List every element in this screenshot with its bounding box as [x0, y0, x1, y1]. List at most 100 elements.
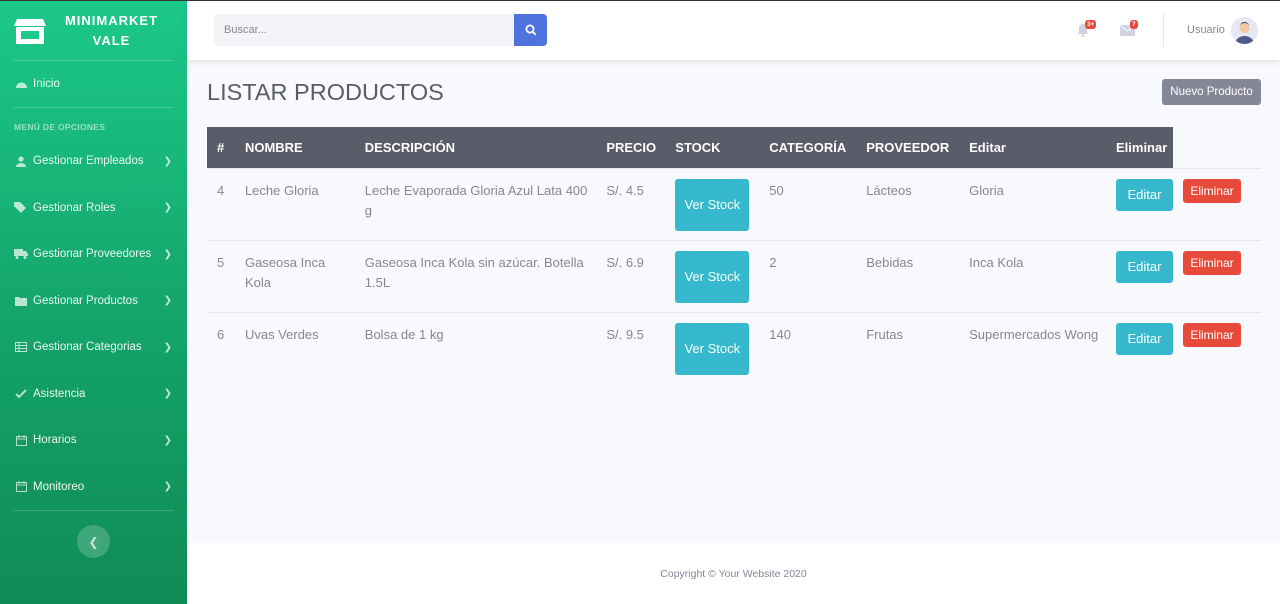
- sidebar-item-label: Inicio: [33, 78, 60, 90]
- cell-stock: Ver Stock: [665, 311, 760, 384]
- view-stock-button[interactable]: Ver Stock: [675, 322, 750, 375]
- column-header: PRECIO: [596, 127, 666, 168]
- sidebar-item-label: Horarios: [33, 434, 77, 447]
- user-name[interactable]: Usuario: [1187, 24, 1225, 36]
- search-icon: [525, 24, 536, 36]
- sidebar: MINIMARKET VALE Inicio MENÚ DE OPCIONES …: [0, 0, 187, 604]
- delete-button[interactable]: Eliminar: [1182, 322, 1241, 347]
- messages-button[interactable]: 7: [1120, 20, 1140, 39]
- cell-stock: Ver Stock: [665, 239, 760, 312]
- cell-id: 4: [207, 167, 235, 240]
- cell-edit-action: Editar: [1105, 239, 1173, 312]
- brand-line-2: VALE: [92, 32, 131, 48]
- cell-editar: Inca Kola: [959, 239, 1106, 312]
- column-header: NOMBRE: [234, 127, 355, 168]
- search-input[interactable]: [214, 14, 514, 46]
- search-form: [214, 14, 547, 46]
- dashboard-icon: [13, 78, 29, 90]
- delete-button[interactable]: Eliminar: [1182, 250, 1241, 275]
- sidebar-item-inicio[interactable]: Inicio: [0, 61, 187, 107]
- sidebar-item-empleados[interactable]: Gestionar Empleados ❯: [0, 138, 187, 185]
- sidebar-item-monitoreo[interactable]: Monitoreo ❯: [0, 464, 187, 511]
- cell-proveedor: Bebidas: [856, 239, 960, 312]
- chevron-right-icon: ❯: [163, 434, 172, 446]
- cell-nombre: Uvas Verdes: [234, 311, 355, 384]
- cell-id: 5: [207, 239, 235, 312]
- chevron-right-icon: ❯: [163, 388, 172, 400]
- table-header-row: # NOMBRE DESCRIPCIÓN PRECIO STOCK CATEGO…: [207, 127, 1261, 168]
- chevron-right-icon: ❯: [163, 202, 172, 214]
- cell-delete-action: Eliminar: [1172, 311, 1261, 384]
- cell-nombre: Leche Gloria: [234, 167, 355, 240]
- edit-button[interactable]: Editar: [1115, 322, 1173, 355]
- truck-icon: [13, 248, 29, 260]
- cell-edit-action: Editar: [1105, 167, 1173, 240]
- column-header: Editar: [959, 127, 1106, 168]
- sidebar-item-asistencia[interactable]: Asistencia ❯: [0, 371, 187, 418]
- cell-id: 6: [207, 311, 235, 384]
- column-header-empty: [1173, 127, 1261, 168]
- sidebar-item-roles[interactable]: Gestionar Roles ❯: [0, 185, 187, 232]
- tags-icon: [13, 202, 29, 214]
- products-table: # NOMBRE DESCRIPCIÓN PRECIO STOCK CATEGO…: [207, 127, 1261, 384]
- table-row: 4 Leche Gloria Leche Evaporada Gloria Az…: [207, 167, 1261, 240]
- topbar: 3+ 7 Usuario: [187, 0, 1280, 60]
- sidebar-item-categorias[interactable]: Gestionar Categorias ❯: [0, 324, 187, 371]
- sidebar-item-productos[interactable]: Gestionar Productos ❯: [0, 278, 187, 325]
- cell-proveedor: Frutas: [856, 311, 960, 384]
- sidebar-item-label: Gestionar Categorias: [33, 341, 142, 354]
- sidebar-item-proveedores[interactable]: Gestionar Proveedores ❯: [0, 231, 187, 278]
- column-header: STOCK: [665, 127, 760, 168]
- chevron-right-icon: ❯: [163, 295, 172, 307]
- cell-precio: S/. 9.5: [596, 311, 666, 384]
- sidebar-item-label: Asistencia: [33, 387, 86, 400]
- search-button[interactable]: [514, 14, 547, 46]
- sidebar-item-label: Gestionar Roles: [33, 201, 116, 214]
- chevron-right-icon: ❯: [163, 248, 172, 260]
- sidebar-item-label: Gestionar Empleados: [33, 155, 144, 168]
- cell-editar: Supermercados Wong: [959, 311, 1106, 384]
- alerts-badge: 3+: [1085, 20, 1097, 29]
- edit-button[interactable]: Editar: [1115, 250, 1173, 283]
- table-row: 6 Uvas Verdes Bolsa de 1 kg S/. 9.5 Ver …: [207, 311, 1261, 384]
- cell-precio: S/. 4.5: [596, 167, 666, 240]
- sidebar-toggle-button[interactable]: ❮: [77, 525, 110, 558]
- store-icon: [12, 15, 48, 47]
- brand[interactable]: MINIMARKET VALE: [0, 0, 187, 60]
- edit-button[interactable]: Editar: [1115, 178, 1173, 211]
- check-icon: [13, 388, 29, 400]
- table-row: 5 Gaseosa Inca Kola Gaseosa Inca Kola si…: [207, 239, 1261, 312]
- table-icon: [13, 341, 29, 353]
- new-product-button[interactable]: Nuevo Producto: [1162, 79, 1261, 105]
- column-header: CATEGORÍA: [759, 127, 857, 168]
- column-header: PROVEEDOR: [856, 127, 960, 168]
- cell-categoria: 2: [759, 239, 857, 312]
- view-stock-button[interactable]: Ver Stock: [675, 250, 750, 303]
- cell-delete-action: Eliminar: [1172, 167, 1261, 240]
- sidebar-item-horarios[interactable]: Horarios ❯: [0, 417, 187, 464]
- view-stock-button[interactable]: Ver Stock: [675, 178, 750, 231]
- chevron-left-icon: ❮: [88, 534, 99, 549]
- sidebar-item-label: Gestionar Productos: [33, 294, 138, 307]
- cell-stock: Ver Stock: [665, 167, 760, 240]
- brand-line-1: MINIMARKET: [64, 12, 159, 28]
- delete-button[interactable]: Eliminar: [1182, 178, 1241, 203]
- avatar[interactable]: [1231, 17, 1258, 44]
- copyright-text: Copyright © Your Website 2020: [660, 567, 807, 580]
- messages-badge: 7: [1130, 20, 1138, 29]
- page-title: LISTAR PRODUCTOS: [207, 79, 444, 105]
- user-icon: [13, 155, 29, 167]
- calendar-icon: [13, 434, 29, 446]
- folder-icon: [13, 295, 29, 307]
- alerts-button[interactable]: 3+: [1077, 20, 1097, 39]
- column-header: Eliminar: [1105, 127, 1173, 168]
- cell-descripcion: Bolsa de 1 kg: [354, 311, 597, 384]
- sidebar-item-label: Gestionar Proveedores: [33, 248, 152, 261]
- cell-delete-action: Eliminar: [1172, 239, 1261, 312]
- cell-categoria: 140: [759, 311, 857, 384]
- cell-precio: S/. 6.9: [596, 239, 666, 312]
- topbar-divider: [1163, 13, 1164, 47]
- cell-descripcion: Leche Evaporada Gloria Azul Lata 400 g: [354, 167, 597, 240]
- cell-descripcion: Gaseosa Inca Kola sin azúcar. Botella 1.…: [354, 239, 597, 312]
- calendar-icon: [13, 481, 29, 493]
